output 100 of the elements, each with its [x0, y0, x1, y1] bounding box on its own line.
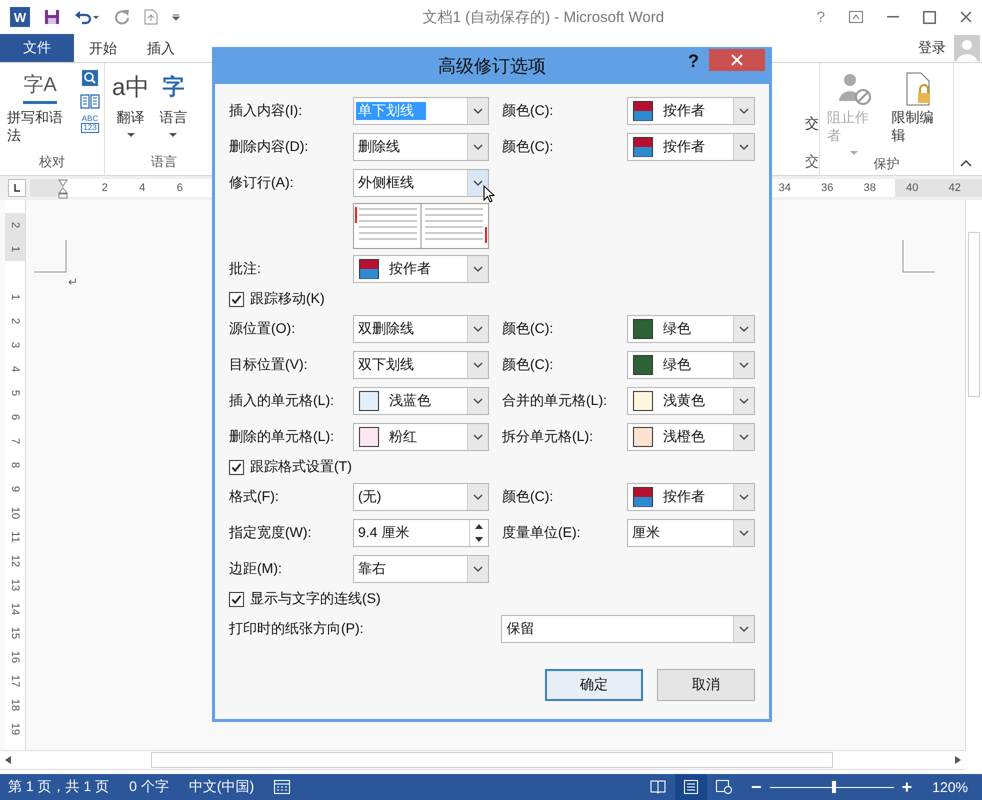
sign-in-link[interactable]: 登录 [918, 34, 946, 62]
dropdown[interactable]: 双下划线 [353, 351, 489, 379]
close-button[interactable] [709, 49, 765, 71]
color-dropdown[interactable]: 绿色 [627, 315, 755, 343]
chevron-down-icon [739, 326, 749, 332]
field-label: 批注: [229, 260, 262, 278]
book-search-icon[interactable] [81, 69, 99, 87]
chevron-down-icon [473, 434, 483, 440]
field-label: 合并的单元格(L): [502, 392, 608, 410]
color-dropdown[interactable]: 粉红 [353, 423, 489, 451]
dropdown[interactable]: 删除线 [353, 133, 489, 161]
dropdown[interactable]: (无) [353, 483, 489, 511]
page-count[interactable]: 第 1 页，共 1 页 [8, 778, 110, 796]
window-title: 文档1 (自动保存的) - Microsoft Word [422, 8, 664, 26]
maximize-icon[interactable] [923, 10, 936, 24]
collapse-ribbon-icon[interactable] [960, 160, 972, 167]
checkbox[interactable] [229, 460, 244, 474]
customize-caret-icon[interactable] [172, 13, 180, 21]
undo-icon[interactable] [74, 9, 100, 25]
ruler-number: 10 [8, 506, 22, 522]
field-label: 颜色(C): [502, 320, 554, 338]
ruler-number: 3 [8, 340, 22, 350]
chevron-down-icon [739, 398, 749, 404]
ruler-number: 5 [8, 388, 22, 398]
redo-icon[interactable] [114, 9, 130, 25]
chevron-down-icon [739, 144, 749, 150]
field-label: 打印时的纸张方向(P): [229, 620, 365, 638]
ruler-number: 2 [8, 316, 22, 326]
horizontal-scrollbar[interactable] [0, 750, 966, 770]
blocked-person-icon [836, 71, 872, 107]
help-button[interactable]: ? [816, 8, 825, 26]
ribbon-tab[interactable]: 插入 [132, 34, 190, 62]
ribbon-button[interactable]: 交 [805, 67, 819, 153]
translate-button[interactable]: a中 翻译 [109, 67, 152, 153]
ruler-number: 15 [8, 626, 22, 642]
dropdown[interactable]: 厘米 [627, 519, 755, 547]
language-status[interactable]: 中文(中国) [188, 778, 254, 796]
author-color-swatch [633, 487, 653, 507]
scroll-left-icon[interactable] [5, 756, 11, 764]
color-dropdown[interactable]: 按作者 [627, 133, 755, 161]
close-icon[interactable] [960, 11, 972, 23]
checkbox-label[interactable]: 跟踪移动(K) [250, 290, 325, 308]
document-icon[interactable] [144, 9, 158, 25]
dropdown[interactable]: 保留 [501, 615, 755, 643]
word-logo-icon[interactable]: W [10, 7, 30, 27]
dialog-button[interactable]: 确定 [545, 669, 643, 701]
zoom-in-button[interactable]: + [902, 776, 912, 798]
spelling-button[interactable]: 字A 拼写和语法 [4, 67, 76, 153]
macro-icon[interactable] [274, 780, 290, 794]
ribbon-tab[interactable]: 开始 [74, 34, 132, 62]
ruler-number: 1 [8, 244, 22, 254]
book-icon[interactable] [80, 93, 100, 109]
zoom-slider-thumb[interactable] [832, 781, 836, 793]
caret-icon[interactable] [169, 133, 178, 137]
field-label: 目标位置(V): [229, 356, 309, 374]
caret-icon[interactable] [126, 133, 135, 137]
checkbox-label[interactable]: 显示与文字的连线(S) [250, 590, 381, 608]
file-tab[interactable]: 文件 [0, 34, 74, 62]
chevron-down-icon [739, 108, 749, 114]
checkbox[interactable] [229, 292, 244, 306]
color-dropdown[interactable]: 浅橙色 [627, 423, 755, 451]
color-dropdown[interactable]: 按作者 [353, 255, 489, 283]
spin-up-icon[interactable] [475, 524, 483, 529]
tab-stop-icon[interactable] [8, 179, 26, 197]
language-button[interactable]: 字 语言 [156, 67, 190, 153]
ruler-number: 2 [8, 220, 22, 230]
vertical-scrollbar[interactable] [965, 200, 982, 750]
ruler-number: 1 [8, 292, 22, 302]
word-count[interactable]: 0 个字 [129, 778, 169, 796]
chevron-down-icon [739, 530, 749, 536]
dropdown[interactable]: 双删除线 [353, 315, 489, 343]
restrict-editing-button[interactable]: 限制编辑 [888, 67, 949, 155]
spin-down-icon[interactable] [475, 537, 483, 542]
dropdown[interactable]: 靠右 [353, 555, 489, 583]
color-dropdown[interactable]: 按作者 [627, 97, 755, 125]
color-dropdown[interactable]: 按作者 [627, 483, 755, 511]
chevron-down-icon [473, 266, 483, 272]
indent-marker-icon[interactable] [58, 179, 68, 199]
spinner-field[interactable]: 9.4 厘米 [353, 519, 489, 547]
checkbox-label[interactable]: 跟踪格式设置(T) [250, 458, 352, 476]
field-label: 插入内容(I): [229, 102, 304, 120]
save-icon[interactable] [44, 9, 60, 25]
group-label: 交 [805, 153, 819, 171]
zoom-slider[interactable] [770, 781, 894, 793]
zoom-level[interactable]: 120% [932, 779, 968, 795]
zoom-out-button[interactable]: − [751, 776, 762, 798]
ruler-number: 11 [8, 530, 22, 545]
color-dropdown[interactable]: 绿色 [627, 351, 755, 379]
view-button[interactable] [675, 774, 708, 800]
help-button[interactable]: ? [688, 51, 699, 72]
color-dropdown[interactable]: 浅蓝色 [353, 387, 489, 415]
checkbox[interactable] [229, 592, 244, 606]
dropdown[interactable]: 外侧框线 [353, 169, 489, 197]
color-dropdown[interactable]: 浅黄色 [627, 387, 755, 415]
dialog-button[interactable]: 取消 [657, 669, 755, 701]
ribbon-display-icon[interactable] [849, 11, 863, 23]
scroll-right-icon[interactable] [955, 756, 961, 764]
ruler-number: 13 [8, 578, 22, 594]
minimize-icon[interactable] [887, 16, 899, 18]
author-color-swatch [633, 137, 653, 157]
